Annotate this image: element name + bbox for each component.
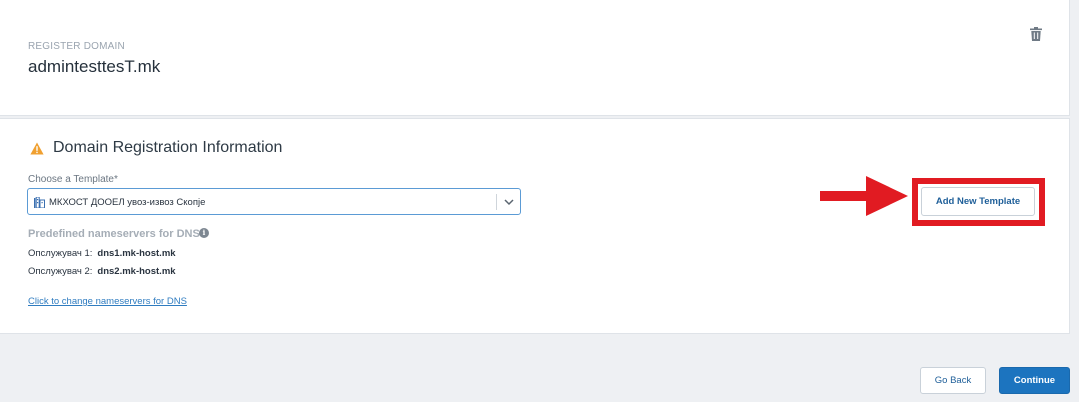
nameserver-label: Опслужувач 2: [28, 266, 93, 277]
go-back-button[interactable]: Go Back [920, 367, 986, 394]
section-title: Domain Registration Information [53, 139, 283, 156]
red-arrow-annotation [820, 176, 908, 216]
nameservers-heading: Predefined nameservers for DNS [28, 228, 200, 240]
select-divider [496, 194, 497, 210]
domain-name: admintesttesT.mk [28, 57, 161, 76]
section-label: REGISTER DOMAIN [28, 41, 125, 52]
continue-button[interactable]: Continue [999, 367, 1070, 394]
nameserver-value: dns1.mk-host.mk [97, 248, 176, 259]
warning-triangle-icon [30, 142, 44, 155]
info-icon[interactable]: i [199, 228, 209, 238]
building-icon [34, 197, 45, 208]
nameserver-value: dns2.mk-host.mk [97, 266, 176, 277]
chevron-down-icon[interactable] [504, 198, 514, 206]
nameserver-row: Опслужувач 2: dns2.mk-host.mk [28, 266, 176, 277]
template-label: Choose a Template* [28, 174, 118, 185]
trash-icon[interactable] [1030, 27, 1042, 41]
add-new-template-button[interactable]: Add New Template [921, 187, 1035, 216]
domain-card: REGISTER DOMAIN admintesttesT.mk [0, 0, 1070, 116]
registration-info-card: Domain Registration Information Choose a… [0, 118, 1070, 334]
template-selected-value: МКХОСТ ДООЕЛ увоз-извоз Скопје [49, 197, 206, 208]
change-nameservers-link[interactable]: Click to change nameservers for DNS [28, 296, 187, 307]
nameserver-row: Опслужувач 1: dns1.mk-host.mk [28, 248, 176, 259]
nameserver-label: Опслужувач 1: [28, 248, 93, 259]
template-select[interactable]: МКХОСТ ДООЕЛ увоз-извоз Скопје [27, 188, 521, 215]
